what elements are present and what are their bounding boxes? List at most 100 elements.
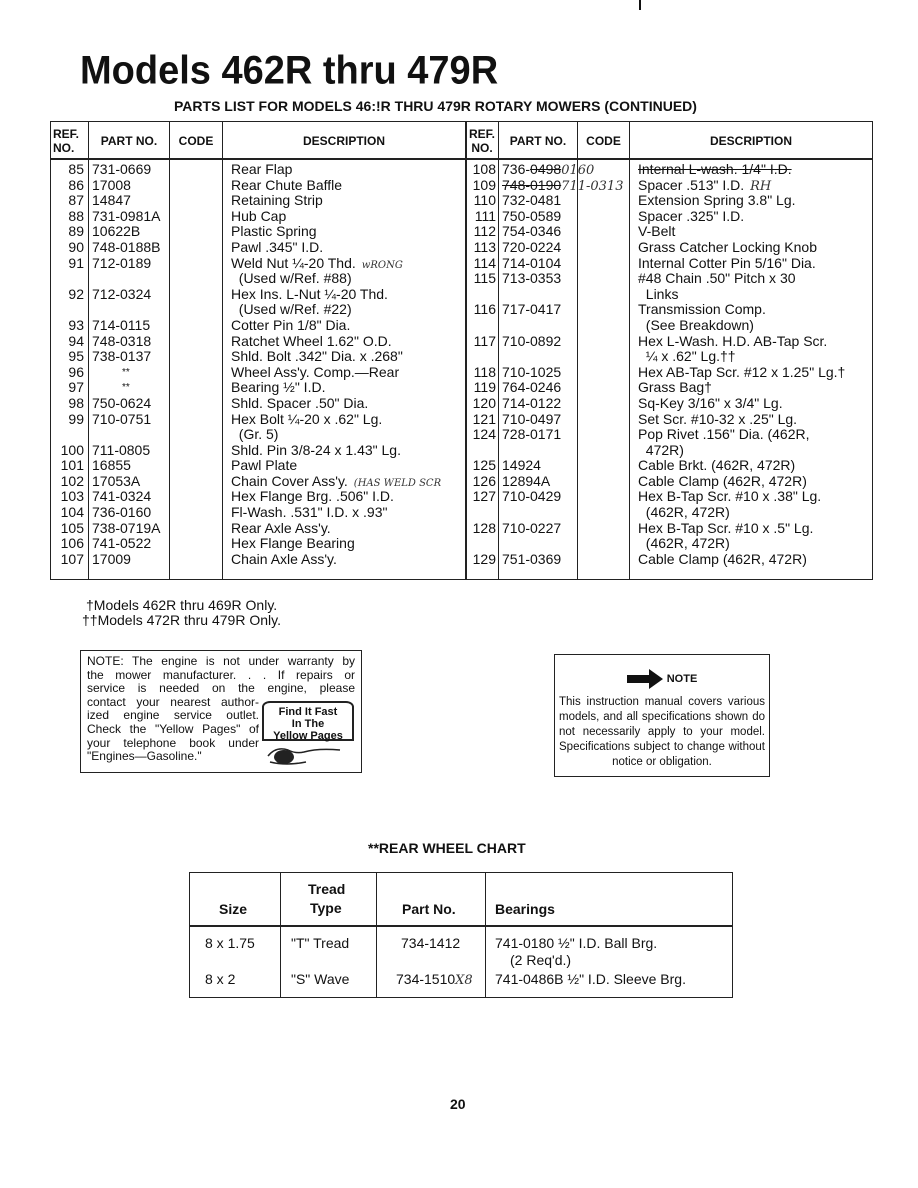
part-no-cell: 764-0246 bbox=[502, 380, 561, 396]
description-text: 472R) bbox=[638, 441, 684, 458]
description-text: V-Belt bbox=[638, 223, 676, 240]
part-no-cell: 712-0189 bbox=[92, 255, 151, 272]
ref-no-cell: 112 bbox=[473, 223, 496, 240]
part-no-cell: 751-0369 bbox=[502, 551, 561, 568]
description-cell: Chain Axle Ass'y. bbox=[231, 551, 337, 568]
badge-text: Yellow Pages bbox=[273, 730, 343, 742]
description-cell: Hex L-Wash. H.D. AB-Tap Scr. bbox=[638, 333, 827, 350]
ref-no-cell: 109 bbox=[472, 176, 496, 193]
table-row: 110 732-0481 Extension Spring 3.8" Lg. bbox=[466, 192, 872, 209]
part-number: 710-0892 bbox=[502, 332, 562, 349]
ref-no-cell: 119 bbox=[473, 379, 496, 396]
rear-wheel-table: Size Tread Type Part No. Bearings 8 x 1.… bbox=[189, 872, 733, 998]
header-size: Size bbox=[219, 901, 248, 917]
table-row: 103 741-0324 Hex Flange Brg. .506" I.D. bbox=[51, 489, 465, 505]
ref-no-cell: 105 bbox=[60, 519, 84, 536]
size-cell: 8 x 1.75 bbox=[205, 935, 255, 951]
description-text: (462R, 472R) bbox=[638, 504, 730, 521]
header-ref-no: REF. NO. bbox=[53, 127, 80, 155]
description-cell: Hex AB-Tap Scr. #12 x 1.25" Lg.† bbox=[638, 364, 845, 381]
description-cell: Hex Ins. L-Nut ¼-20 Thd. bbox=[231, 286, 388, 303]
part-no-cell: 731-0981A bbox=[92, 208, 161, 225]
description-text: (Used w/Ref. #88) bbox=[231, 270, 352, 287]
table-row: 129 751-0369 Cable Clamp (462R, 472R) bbox=[466, 551, 872, 568]
part-no-cell: 750-0624 bbox=[92, 395, 151, 412]
table-row: (Used w/Ref. #22) bbox=[51, 302, 465, 318]
ref-no-cell: 107 bbox=[60, 550, 84, 567]
description-text: Grass Catcher Locking Knob bbox=[638, 238, 817, 255]
part-no-cell: 711-0805 bbox=[92, 442, 150, 459]
ref-no-cell: 115 bbox=[473, 270, 496, 287]
part-no-cell: 728-0171 bbox=[502, 426, 561, 443]
part-number: 17053A bbox=[92, 472, 141, 489]
description-text: Internal L-wash. 1/4" I.D. bbox=[638, 161, 792, 177]
description-cell: (462R, 472R) bbox=[638, 504, 730, 521]
description-cell: Rear Axle Ass'y. bbox=[231, 520, 331, 537]
parts-table: REF. NO. PART NO. CODE DESCRIPTION REF. … bbox=[50, 121, 873, 580]
part-number: ** bbox=[122, 366, 130, 378]
description-cell: Retaining Strip bbox=[231, 192, 323, 209]
table-row: 91 712-0189 Weld Nut ¼-20 Thd. wRONG bbox=[51, 255, 465, 272]
description-cell: (462R, 472R) bbox=[638, 535, 730, 552]
footnote-single-dagger: †Models 462R thru 469R Only. bbox=[86, 597, 278, 613]
table-row: 93 714-0115 Cotter Pin 1/8" Dia. bbox=[51, 317, 465, 334]
part-number: 754-0346 bbox=[502, 223, 562, 240]
description-cell: Cable Brkt. (462R, 472R) bbox=[638, 457, 795, 474]
table-row: 105 738-0719A Rear Axle Ass'y. bbox=[51, 519, 465, 537]
struck-part-suffix: 0498 bbox=[530, 161, 562, 177]
table-row: 107 17009 Chain Axle Ass'y. bbox=[51, 550, 465, 568]
table-row: 116 717-0417 Transmission Comp. bbox=[466, 302, 872, 318]
description-text: Grass Bag† bbox=[638, 379, 712, 396]
description-text: Extension Spring 3.8" Lg. bbox=[638, 192, 796, 209]
table-row: 104 736-0160 Fl-Wash. .531" I.D. x .93" bbox=[51, 504, 465, 521]
ref-no-cell: 97 bbox=[68, 379, 84, 396]
description-text: Bearing ½" I.D. bbox=[231, 379, 326, 396]
arrow-right-icon bbox=[626, 669, 663, 689]
ref-no-cell: 114 bbox=[473, 254, 496, 271]
table-row: Links bbox=[466, 286, 872, 303]
table-row: 124 728-0171 Pop Rivet .156" Dia. (462R, bbox=[466, 426, 872, 443]
table-row: (Used w/Ref. #88) bbox=[51, 270, 465, 287]
description-cell: Shld. Pin 3/8-24 x 1.43" Lg. bbox=[231, 442, 401, 459]
description-cell: Shld. Bolt .342" Dia. x .268" bbox=[231, 348, 403, 365]
description-text: Hex B-Tap Scr. #10 x .38" Lg. bbox=[638, 488, 822, 505]
description-cell: Sq-Key 3/16" x 3/4" Lg. bbox=[638, 395, 783, 412]
table-row: 106 741-0522 Hex Flange Bearing bbox=[51, 535, 465, 552]
ref-no-cell: 90 bbox=[68, 238, 84, 255]
table-row: 87 14847 Retaining Strip bbox=[51, 192, 465, 209]
part-no-cell: 17008 bbox=[92, 177, 131, 194]
table-row: 108 736-04980160 Internal L-wash. 1/4" I.D… bbox=[466, 161, 872, 178]
description-text: Pop Rivet .156" Dia. (462R, bbox=[638, 426, 810, 443]
ref-no-cell: 120 bbox=[472, 394, 496, 411]
description-text: Hub Cap bbox=[231, 207, 287, 224]
table-row: 90 748-0188B Pawl .345" I.D. bbox=[51, 238, 465, 256]
part-no-cell: 710-0497 bbox=[502, 411, 561, 428]
description-cell: Cable Clamp (462R, 472R) bbox=[638, 551, 807, 568]
description-text: Pawl Plate bbox=[231, 457, 298, 474]
ref-no-cell: 89 bbox=[68, 223, 84, 240]
ref-no-cell: 95 bbox=[68, 348, 84, 365]
warranty-line: Check the "Yellow Pages" of bbox=[87, 721, 259, 736]
table-row: 128 710-0227 Hex B-Tap Scr. #10 x .5" Lg. bbox=[466, 520, 872, 537]
header-part-no: Part No. bbox=[402, 901, 456, 917]
part-number: 720-0224 bbox=[502, 238, 562, 255]
description-cell: Cotter Pin 1/8" Dia. bbox=[231, 317, 350, 334]
ref-no-cell: 98 bbox=[68, 394, 84, 411]
description-text: Internal Cotter Pin 5/16" Dia. bbox=[638, 254, 816, 271]
part-number: 731-0669 bbox=[92, 161, 152, 177]
ref-no-cell: 127 bbox=[472, 488, 496, 505]
ref-no-cell: 86 bbox=[68, 176, 84, 193]
description-text: Shld. Bolt .342" Dia. x .268" bbox=[231, 348, 403, 365]
table-row: 113 720-0224 Grass Catcher Locking Knob bbox=[466, 238, 872, 256]
description-cell: V-Belt bbox=[638, 224, 675, 240]
table-row: 115 713-0353 #48 Chain .50" Pitch x 30 bbox=[466, 270, 872, 287]
ref-no-cell: 96 bbox=[68, 363, 84, 380]
part-no-cell: ** bbox=[122, 365, 130, 381]
description-text: ¼ x .62" Lg.†† bbox=[638, 348, 736, 365]
description-text: Hex Flange Bearing bbox=[231, 535, 355, 552]
ref-no-cell: 125 bbox=[472, 457, 496, 474]
table-row: 89 10622B Plastic Spring bbox=[51, 224, 465, 240]
badge-text: In The bbox=[291, 718, 325, 730]
header-tread-type-1: Tread bbox=[308, 881, 346, 897]
description-cell: Internal Cotter Pin 5/16" Dia. bbox=[638, 254, 816, 272]
